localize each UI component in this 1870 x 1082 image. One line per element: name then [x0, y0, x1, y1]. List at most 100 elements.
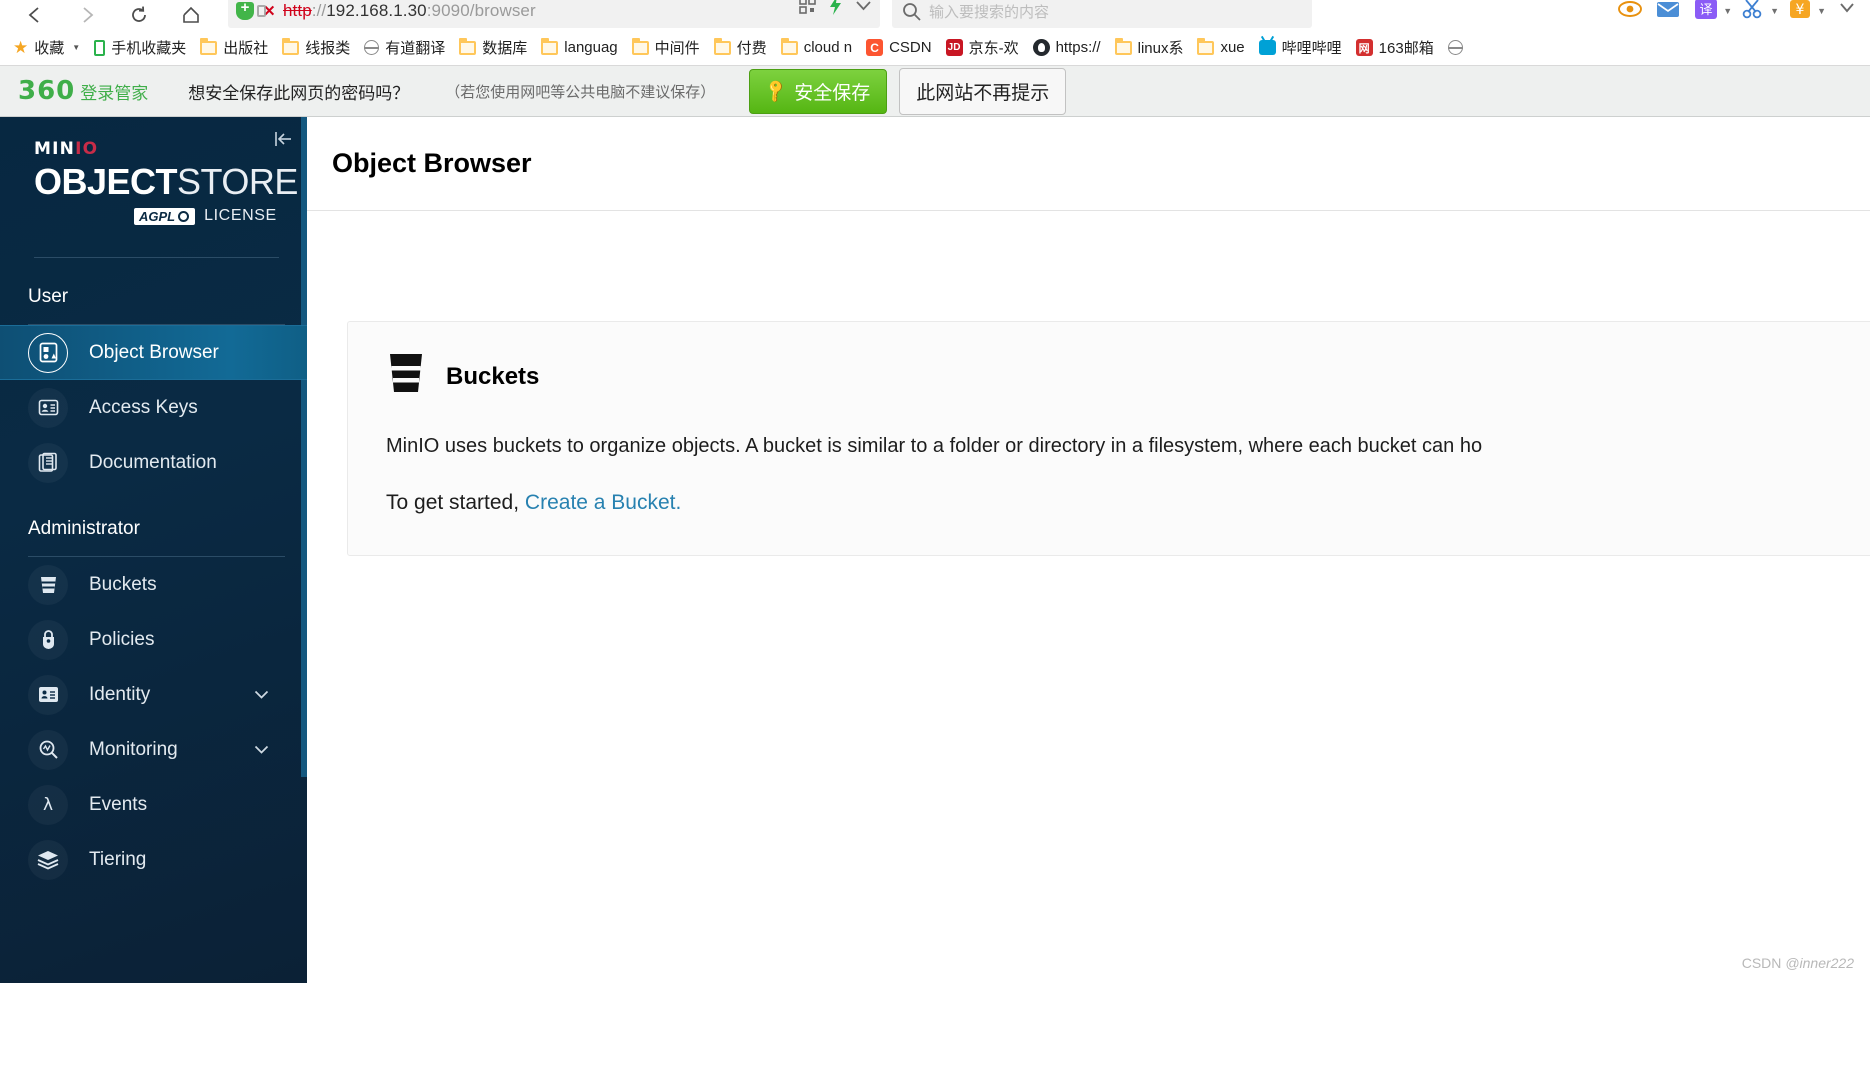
bookmark-item[interactable]: 付费 — [707, 34, 774, 61]
search-icon — [902, 2, 921, 21]
sidebar-item-label: Monitoring — [89, 738, 178, 760]
watermark-prefix: CSDN — [1741, 955, 1786, 971]
folder-icon — [541, 37, 559, 55]
buckets-empty-state-card: Buckets MinIO uses buckets to organize o… — [347, 321, 1870, 556]
back-arrow-icon[interactable] — [22, 2, 48, 28]
page-header: Object Browser — [307, 117, 1870, 211]
bilibili-icon — [1258, 40, 1276, 55]
netease-icon: 网 — [1355, 39, 1373, 56]
bookmark-label: 中间件 — [654, 40, 700, 57]
folder-icon — [1114, 37, 1132, 55]
license-row: AGPL LICENSE — [134, 207, 307, 225]
sidebar-item-access-keys[interactable]: Access Keys — [0, 380, 307, 435]
sidebar-item-buckets[interactable]: Buckets — [0, 557, 307, 612]
eye-icon[interactable] — [1613, 0, 1647, 26]
bookmark-label: 付费 — [736, 40, 767, 57]
bookmark-item[interactable]: ★ 收藏 ▼ — [6, 34, 87, 61]
chevron-down-icon[interactable] — [254, 742, 269, 757]
lock-icon — [28, 619, 68, 660]
chevron-down-icon[interactable] — [855, 0, 872, 11]
chevron-down-icon[interactable]: ▼ — [1817, 6, 1826, 16]
content-area: Buckets MinIO uses buckets to organize o… — [307, 211, 1870, 556]
bucket-icon — [386, 352, 426, 401]
sidebar-item-identity[interactable]: Identity — [0, 667, 307, 722]
bookmarks-bar: ★ 收藏 ▼ 手机收藏夹 出版社 线报类 有道翻译 数据库 languag 中间… — [0, 30, 1870, 66]
bookmark-item[interactable]: cloud n — [774, 36, 859, 59]
bookmark-item[interactable]: xue — [1190, 36, 1251, 59]
sidebar-item-label: Tiering — [89, 848, 147, 870]
more-menu-icon[interactable] — [1830, 0, 1864, 26]
lightning-icon[interactable] — [828, 0, 843, 15]
translate-icon[interactable]: 译 — [1689, 0, 1723, 26]
folder-icon — [713, 37, 731, 55]
bookmark-item[interactable]: linux系 — [1108, 34, 1191, 61]
broken-lock-icon[interactable]: ✕ — [257, 2, 277, 20]
save-password-label: 安全保存 — [794, 82, 871, 104]
product-name-bold: OBJECT — [34, 161, 178, 202]
chevron-down-icon[interactable]: ▼ — [1770, 6, 1779, 16]
url-separator: :// — [311, 1, 327, 20]
collapse-sidebar-icon[interactable] — [273, 129, 293, 149]
browser-search-box[interactable]: 输入要搜索的内容 — [892, 0, 1312, 28]
monitoring-icon — [28, 729, 68, 770]
phone-icon — [94, 39, 106, 56]
browser-extensions: 译 ▼ ▼ ¥ ▼ — [1613, 0, 1864, 26]
bookmark-label: 线报类 — [305, 40, 351, 57]
card-title: Buckets — [446, 362, 540, 390]
sidebar-item-label: Access Keys — [89, 396, 198, 418]
sidebar-group-title-user: User — [28, 286, 69, 307]
github-icon — [1032, 39, 1050, 56]
wallet-icon[interactable]: ¥ — [1783, 0, 1817, 26]
bookmark-item[interactable]: https:// — [1026, 36, 1108, 59]
address-bar[interactable]: ✕ http://192.168.1.30:9090/browser — [228, 0, 880, 28]
nav-button-group — [8, 2, 204, 28]
bookmark-item[interactable]: 线报类 — [275, 34, 357, 61]
qr-code-icon[interactable] — [799, 0, 816, 14]
sidebar-item-monitoring[interactable]: Monitoring — [0, 722, 307, 777]
mail-icon[interactable] — [1651, 0, 1685, 26]
create-bucket-link[interactable]: Create a Bucket. — [525, 491, 681, 514]
sidebar-item-events[interactable]: λ Events — [0, 777, 307, 832]
folder-icon — [459, 37, 477, 55]
bookmark-item[interactable]: JD 京东-欢 — [939, 34, 1026, 61]
page-title: Object Browser — [332, 148, 532, 178]
sidebar-item-policies[interactable]: Policies — [0, 612, 307, 667]
bookmark-label: 京东-欢 — [968, 40, 1019, 57]
bookmark-item[interactable]: 有道翻译 — [357, 34, 452, 61]
chevron-down-icon[interactable]: ▼ — [72, 43, 80, 52]
save-password-button[interactable]: 🔑 安全保存 — [749, 68, 888, 114]
sidebar-item-documentation[interactable]: Documentation — [0, 435, 307, 490]
star-icon: ★ — [13, 38, 29, 57]
bookmark-item[interactable]: 数据库 — [452, 34, 534, 61]
bookmark-item[interactable]: 出版社 — [193, 34, 275, 61]
bookmark-item[interactable]: 网 163邮箱 — [1349, 34, 1441, 61]
sidebar-item-object-browser[interactable]: Object Browser — [0, 325, 307, 380]
bookmark-item[interactable]: 手机收藏夹 — [87, 34, 193, 61]
identity-card-icon — [28, 674, 68, 715]
search-placeholder: 输入要搜索的内容 — [929, 3, 1050, 21]
address-bar-url: http://192.168.1.30:9090/browser — [283, 1, 536, 21]
forward-arrow-icon[interactable] — [74, 2, 100, 28]
minio-logo: MINIO OBJECTSTORE AGPL LICENSE — [0, 117, 307, 225]
copyleft-icon — [178, 210, 190, 222]
chevron-down-icon[interactable]: ▼ — [1723, 6, 1732, 16]
never-save-button[interactable]: 此网站不再提示 — [899, 67, 1067, 115]
scissors-icon[interactable] — [1736, 0, 1770, 26]
sidebar-item-label: Object Browser — [89, 341, 219, 363]
agpl-badge-text: AGPL — [139, 208, 176, 224]
reload-icon[interactable] — [126, 2, 152, 28]
bookmark-item[interactable]: 中间件 — [625, 34, 707, 61]
bookmark-item[interactable]: C CSDN — [859, 36, 939, 59]
bucket-icon — [28, 564, 68, 605]
folder-icon — [282, 37, 300, 55]
license-label: LICENSE — [204, 207, 277, 224]
bookmark-item[interactable]: languag — [534, 36, 624, 59]
home-icon[interactable] — [178, 2, 204, 28]
sidebar-item-tiering[interactable]: Tiering — [0, 832, 307, 887]
360-brand-number: 360 — [18, 76, 76, 106]
access-keys-icon — [28, 387, 68, 428]
bookmark-item[interactable] — [1441, 37, 1476, 58]
card-header: Buckets — [386, 352, 1870, 401]
chevron-down-icon[interactable] — [254, 687, 269, 702]
bookmark-item[interactable]: 哔哩哔哩 — [1252, 34, 1349, 61]
